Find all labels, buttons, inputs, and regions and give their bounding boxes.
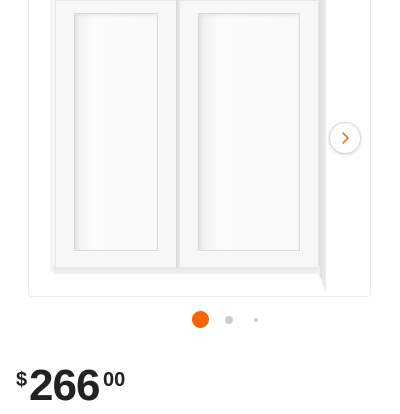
pagination-dot-1[interactable] — [192, 311, 209, 328]
next-image-button[interactable] — [329, 122, 361, 154]
door-panel-right — [198, 13, 300, 251]
image-pagination-dots — [0, 311, 400, 329]
cabinet-door-left — [55, 0, 177, 268]
chevron-right-icon — [342, 132, 349, 144]
pagination-dot-3[interactable] — [254, 318, 258, 322]
price-cents: 00 — [103, 369, 126, 391]
price-dollars: 266 — [29, 361, 100, 410]
pagination-dot-2[interactable] — [225, 316, 233, 324]
cabinet-side-panel — [318, 0, 326, 292]
price-currency-symbol: $ — [16, 369, 28, 391]
cabinet-door-right — [179, 0, 319, 268]
door-panel-left — [74, 13, 158, 251]
